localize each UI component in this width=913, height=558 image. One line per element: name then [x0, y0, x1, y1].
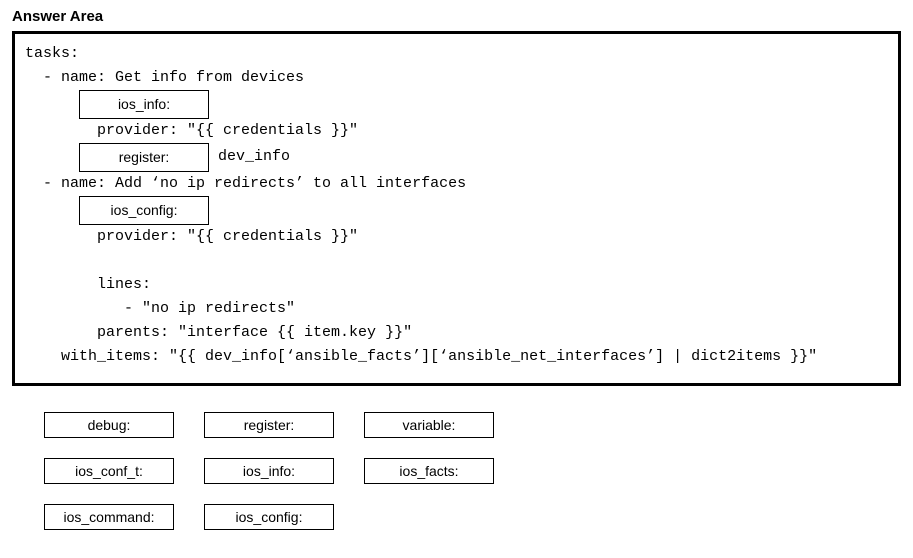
lines-label: lines:: [97, 274, 151, 297]
slot-3[interactable]: ios_config:: [79, 196, 209, 225]
provider-1: provider: "{{ credentials }}": [97, 120, 358, 143]
blank: [25, 250, 34, 273]
indent: [25, 274, 97, 297]
dev-info: dev_info: [209, 146, 290, 169]
indent: [25, 226, 97, 249]
options-area: debug: register: variable: ios_conf_t: i…: [44, 412, 905, 530]
provider-2: provider: "{{ credentials }}": [97, 226, 358, 249]
indent: [25, 146, 79, 169]
slot-1[interactable]: ios_info:: [79, 90, 209, 119]
task1-name: - name: Get info from devices: [25, 67, 304, 90]
tasks-label: tasks:: [25, 43, 79, 66]
indent: [25, 93, 79, 116]
indent: [25, 199, 79, 222]
option-debug[interactable]: debug:: [44, 412, 174, 438]
with-items: with_items: "{{ dev_info[‘ansible_facts’…: [25, 346, 817, 369]
answer-area-title: Answer Area: [12, 8, 905, 25]
slot-2[interactable]: register:: [79, 143, 209, 172]
parents: parents: "interface {{ item.key }}": [97, 322, 412, 345]
option-row-2: ios_conf_t: ios_info: ios_facts:: [44, 458, 905, 484]
option-row-1: debug: register: variable:: [44, 412, 905, 438]
lines-item: - "no ip redirects": [97, 298, 295, 321]
option-row-3: ios_command: ios_config:: [44, 504, 905, 530]
option-register[interactable]: register:: [204, 412, 334, 438]
option-ios-facts[interactable]: ios_facts:: [364, 458, 494, 484]
task2-name: - name: Add ‘no ip redirects’ to all int…: [25, 173, 466, 196]
option-variable[interactable]: variable:: [364, 412, 494, 438]
indent: [25, 120, 97, 143]
option-ios-command[interactable]: ios_command:: [44, 504, 174, 530]
indent: [25, 322, 97, 345]
indent: [25, 298, 97, 321]
option-ios-conf-t[interactable]: ios_conf_t:: [44, 458, 174, 484]
option-ios-config[interactable]: ios_config:: [204, 504, 334, 530]
code-box: tasks: - name: Get info from devices ios…: [12, 31, 901, 386]
option-ios-info[interactable]: ios_info:: [204, 458, 334, 484]
